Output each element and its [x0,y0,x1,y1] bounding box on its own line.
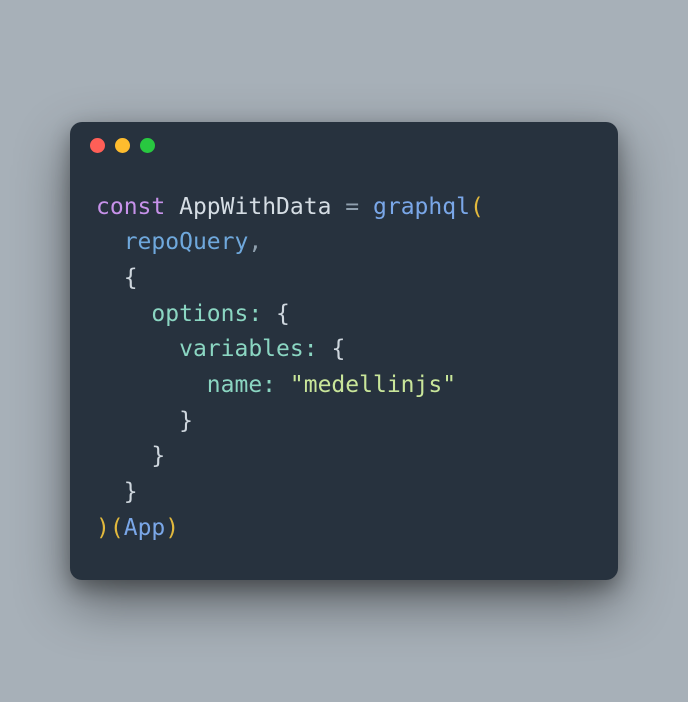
paren-open: ( [110,515,124,541]
zoom-icon[interactable] [140,138,155,153]
comma: , [248,229,262,255]
colon: : [262,372,276,398]
function-call: graphql [373,194,470,220]
colon: : [304,336,318,362]
paren-close: ) [96,515,110,541]
brace-close: } [124,479,138,505]
paren-close: ) [165,515,179,541]
minimize-icon[interactable] [115,138,130,153]
operator-equals: = [345,194,359,220]
titlebar [70,122,618,170]
close-icon[interactable] [90,138,105,153]
argument: repoQuery [124,229,249,255]
paren-open: ( [470,194,484,220]
brace-close: } [179,408,193,434]
brace-open: { [276,301,290,327]
brace-close: } [151,443,165,469]
identifier: AppWithData [179,194,331,220]
keyword-const: const [96,194,165,220]
property-variables: variables [179,336,304,362]
colon: : [248,301,262,327]
brace-open: { [124,265,138,291]
string-literal: "medellinjs" [290,372,456,398]
property-options: options [151,301,248,327]
property-name: name [207,372,262,398]
brace-open: { [331,336,345,362]
code-window: const AppWithData = graphql( repoQuery, … [70,122,618,580]
identifier-app: App [124,515,166,541]
code-block: const AppWithData = graphql( repoQuery, … [70,170,618,580]
